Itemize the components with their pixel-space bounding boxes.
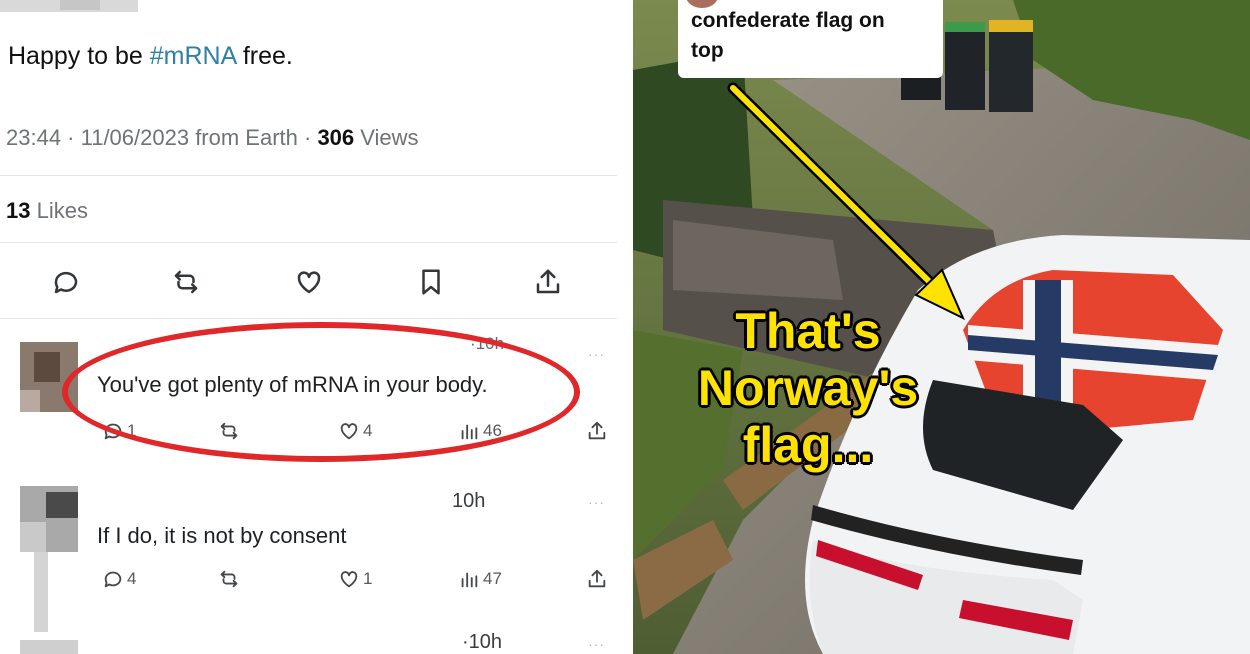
views-count: 306: [317, 125, 355, 150]
caption-line: top: [691, 39, 724, 62]
retweet-button[interactable]: [218, 568, 243, 590]
bookmark-icon[interactable]: [411, 262, 451, 302]
view-count[interactable]: 47: [458, 568, 502, 590]
bin-lid: [989, 20, 1033, 32]
pixel-block: [20, 522, 46, 552]
caption-text: confederate flag on top: [691, 6, 931, 66]
divider: [0, 242, 617, 243]
overlay-line: Norway's: [697, 360, 919, 416]
car-photo-panel: confederate flag on top That's Norway's …: [633, 0, 1250, 654]
more-options-icon[interactable]: ···: [588, 494, 605, 510]
trash-bin: [989, 20, 1033, 112]
reply-count[interactable]: 4: [102, 568, 136, 590]
caption-line: confederate flag on: [691, 9, 885, 32]
pixel-block: [34, 552, 48, 632]
trash-bin: [945, 22, 985, 110]
overlay-caption: That's Norway's flag...: [648, 303, 968, 474]
tweet-screenshot-panel: Happy to be #mRNA free. 23:44 · 11/06/20…: [0, 0, 617, 654]
more-options-icon[interactable]: ···: [588, 346, 605, 362]
reply-icon[interactable]: [46, 262, 86, 302]
reply-icon: [104, 571, 122, 588]
reply-timestamp: ·10h: [462, 631, 503, 653]
share-icon[interactable]: [586, 420, 611, 442]
reply-timestamp: 10h: [452, 490, 486, 512]
hashtag-link[interactable]: #mRNA: [150, 42, 236, 70]
meme-composite: Happy to be #mRNA free. 23:44 · 11/06/20…: [0, 0, 1250, 654]
heart-icon: [340, 571, 358, 588]
reply-item: ·10h ···: [0, 628, 617, 654]
reply-item: 10h ··· If I do, it is not by consent 4 …: [0, 478, 617, 632]
retweet-icon[interactable]: [166, 262, 206, 302]
divider: [0, 318, 617, 319]
divider: [0, 175, 617, 176]
share-icon[interactable]: [528, 262, 568, 302]
heart-icon[interactable]: [289, 262, 329, 302]
views-icon: [461, 572, 478, 588]
reply-text: If I do, it is not by consent: [97, 523, 347, 548]
pixel-block: [46, 492, 78, 518]
panel-gutter: [617, 0, 633, 654]
pixelated-avatar: [20, 640, 78, 654]
retweet-icon: [220, 570, 238, 588]
share-icon[interactable]: [586, 568, 611, 590]
overlay-line: flag...: [742, 417, 874, 473]
like-count[interactable]: 1: [338, 568, 372, 590]
tweet-meta: 23:44 · 11/06/2023 from Earth · 306 View…: [6, 125, 419, 150]
likes-summary[interactable]: 13 Likes: [6, 198, 88, 224]
overlay-line: That's: [735, 303, 881, 359]
pixel-block: [34, 352, 60, 382]
more-options-icon[interactable]: ···: [588, 636, 605, 652]
bin-lid: [945, 22, 985, 32]
pixel-block: [60, 0, 100, 10]
pixel-block: [20, 390, 40, 412]
tweet-body: Happy to be #mRNA free.: [8, 42, 293, 70]
red-highlight-ellipse: [62, 322, 580, 462]
